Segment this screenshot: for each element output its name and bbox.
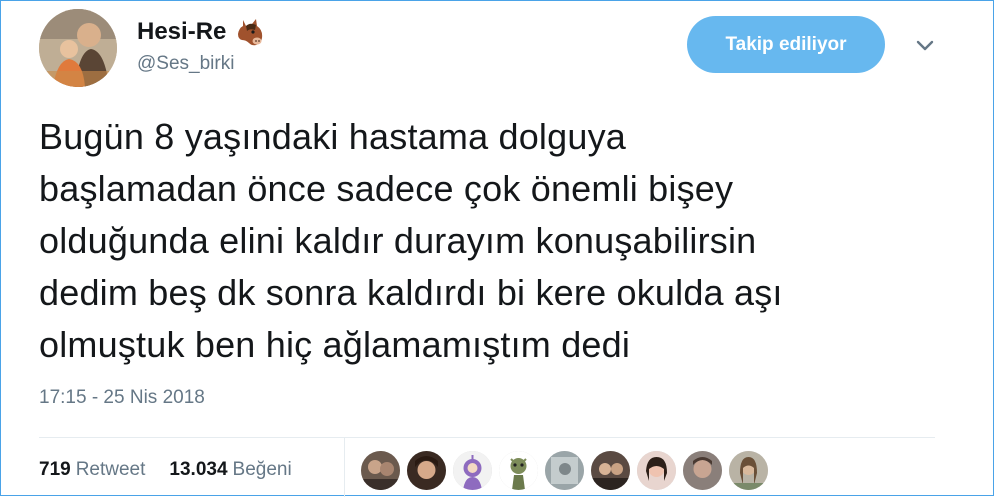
tweet-text-line: dedim beş dk sonra kaldırdı bi kere okul… (39, 272, 783, 313)
likes-label: Beğeni (232, 459, 292, 480)
liker-avatar[interactable] (637, 451, 676, 490)
likes-count: 13.034 (169, 459, 228, 480)
tweet-text-line: Bugün 8 yaşındaki hastama dolguya (39, 116, 626, 157)
tweet-stats: 719 Retweet 13.034 Beğeni (39, 459, 292, 481)
display-name-text: Hesi-Re (137, 18, 227, 45)
liker-avatar[interactable] (361, 451, 400, 490)
avatar-photo (39, 9, 117, 87)
stats-separator (344, 437, 345, 497)
retweets-count: 719 (39, 459, 71, 480)
tweet-text-line: olmuştuk ben hiç ağlamamıştım dedi (39, 324, 631, 365)
liker-avatar[interactable] (729, 451, 768, 490)
liker-avatars (361, 451, 768, 490)
divider (39, 437, 935, 438)
tweet-text: Bugün 8 yaşındaki hastama dolguya başlam… (39, 111, 959, 371)
likes-stat[interactable]: 13.034 Beğeni (169, 459, 291, 481)
liker-avatar[interactable] (499, 451, 538, 490)
horse-face-icon (238, 19, 263, 46)
liker-avatar[interactable] (545, 451, 584, 490)
retweets-label: Retweet (75, 459, 146, 480)
display-name[interactable]: Hesi-Re (137, 16, 266, 48)
liker-avatar[interactable] (591, 451, 630, 490)
avatar[interactable] (39, 9, 117, 87)
liker-avatar[interactable] (407, 451, 446, 490)
tweet-text-line: olduğunda elini kaldır durayım konuşabil… (39, 220, 757, 261)
tweet-card: Hesi-Re @Ses_birki Takip ediliyor Bugün … (0, 0, 994, 497)
following-button[interactable]: Takip ediliyor (687, 16, 885, 73)
liker-avatar[interactable] (453, 451, 492, 490)
retweets-stat[interactable]: 719 Retweet (39, 459, 145, 481)
tweet-timestamp[interactable]: 17:15 - 25 Nis 2018 (39, 387, 205, 409)
tweet-text-line: başlamadan önce sadece çok önemli bişey (39, 168, 734, 209)
liker-avatar[interactable] (683, 451, 722, 490)
user-handle[interactable]: @Ses_birki (137, 53, 234, 75)
chevron-down-icon[interactable] (913, 33, 937, 57)
